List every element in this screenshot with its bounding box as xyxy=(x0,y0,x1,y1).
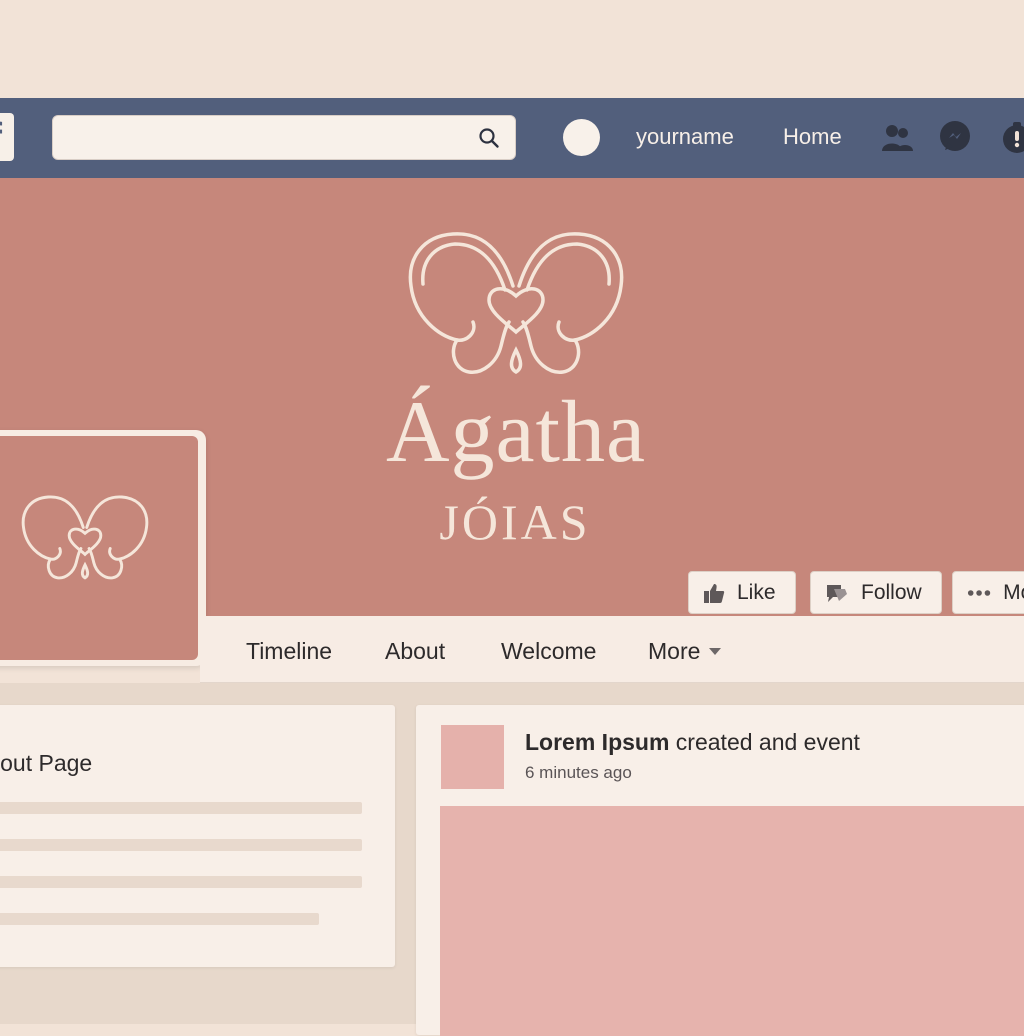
friends-icon[interactable] xyxy=(880,120,914,154)
search-input[interactable] xyxy=(53,116,485,159)
tab-welcome[interactable]: Welcome xyxy=(501,636,596,666)
ellipsis-icon xyxy=(967,589,991,596)
more-actions-label: More xyxy=(1003,580,1024,604)
user-avatar[interactable] xyxy=(563,119,600,156)
like-button[interactable]: Like xyxy=(688,571,796,614)
notifications-icon[interactable] xyxy=(1000,120,1024,154)
brand-subtitle: JÓIAS xyxy=(439,494,591,550)
tab-about[interactable]: About xyxy=(385,636,445,666)
about-placeholder-line xyxy=(0,876,362,888)
home-link[interactable]: Home xyxy=(783,122,842,152)
post-action-text: created and event xyxy=(669,729,860,755)
post-author[interactable]: Lorem Ipsum xyxy=(525,729,669,755)
messenger-icon[interactable] xyxy=(938,120,972,154)
search-icon[interactable] xyxy=(478,127,500,149)
butterfly-heart-logo xyxy=(408,232,624,375)
more-actions-button[interactable]: More xyxy=(952,571,1024,614)
about-placeholder-line xyxy=(0,839,362,851)
chevron-down-icon[interactable] xyxy=(708,646,722,656)
facebook-logo[interactable]: f xyxy=(0,113,14,161)
tab-more[interactable]: More xyxy=(648,636,700,666)
like-label: Like xyxy=(737,580,776,604)
tab-timeline[interactable]: Timeline xyxy=(246,636,332,666)
about-placeholder-line xyxy=(0,802,362,814)
post-headline: Lorem Ipsum created and event xyxy=(525,727,860,757)
brand-name: Ágatha xyxy=(385,384,647,481)
facebook-logo-letter: f xyxy=(0,114,2,161)
about-card-title[interactable]: About Page xyxy=(0,748,92,778)
search-bar[interactable] xyxy=(52,115,516,160)
follow-label: Follow xyxy=(861,580,922,604)
profile-logo-icon xyxy=(21,495,149,580)
follow-icon xyxy=(827,584,847,602)
about-placeholder-line xyxy=(0,913,319,925)
profile-link[interactable]: yourname xyxy=(636,122,734,152)
follow-button[interactable]: Follow xyxy=(810,571,942,614)
about-card xyxy=(0,705,395,967)
post-timestamp[interactable]: 6 minutes ago xyxy=(525,762,632,784)
post-author-thumbnail[interactable] xyxy=(441,725,504,789)
post-image[interactable] xyxy=(440,806,1024,1036)
thumbs-up-icon xyxy=(704,583,725,603)
